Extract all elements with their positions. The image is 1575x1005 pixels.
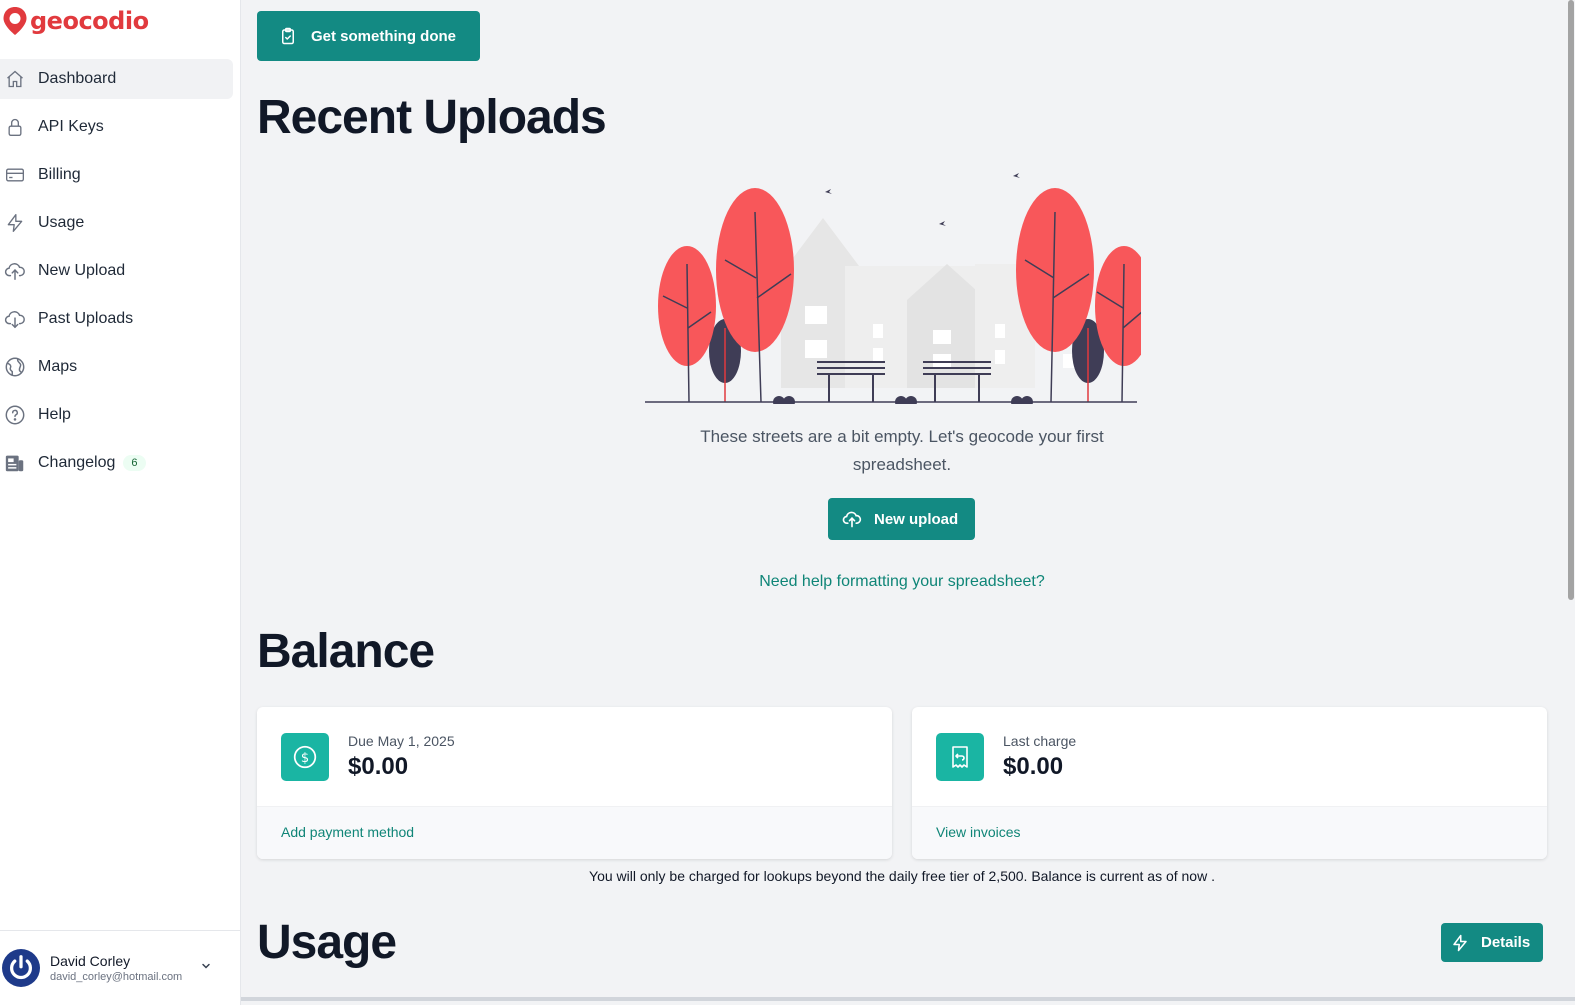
sidebar-item-label: Help <box>38 406 71 423</box>
question-circle-icon <box>4 404 26 426</box>
get-something-done-label: Get something done <box>311 27 457 45</box>
sidebar-item-dashboard[interactable]: Dashboard <box>0 59 233 99</box>
sidebar-item-new-upload[interactable]: New Upload <box>0 251 233 291</box>
sidebar-item-label: Billing <box>38 166 81 183</box>
sidebar-item-changelog[interactable]: Changelog 6 <box>0 443 233 483</box>
billing-note: You will only be charged for lookups bey… <box>589 868 1215 884</box>
clipboard-check-icon <box>279 26 297 46</box>
last-charge-amount: $0.00 <box>1003 753 1064 780</box>
user-menu[interactable]: David Corley david_corley@hotmail.com <box>0 930 240 1005</box>
sidebar-item-label: API Keys <box>38 118 104 135</box>
power-icon <box>10 955 32 980</box>
sidebar: geocodio Dashboard API Keys Billing Usag… <box>0 0 241 1005</box>
lightning-icon <box>4 212 26 234</box>
newspaper-icon <box>4 452 26 474</box>
last-charge-label: Last charge <box>1003 733 1077 749</box>
lightning-icon <box>1451 933 1469 953</box>
dollar-circle-icon: $ <box>281 733 329 781</box>
new-upload-label: New upload <box>874 510 959 528</box>
empty-streets-illustration <box>645 173 1141 404</box>
cloud-upload-icon <box>842 509 862 529</box>
sidebar-item-label: Usage <box>38 214 85 231</box>
cloud-upload-icon <box>4 260 26 282</box>
sidebar-item-label: New Upload <box>38 262 126 279</box>
sidebar-item-usage[interactable]: Usage <box>0 203 233 243</box>
chevron-down-icon[interactable] <box>200 959 212 977</box>
user-name: David Corley <box>50 953 131 969</box>
view-invoices-link[interactable]: View invoices <box>912 806 1547 859</box>
geocodio-logo[interactable]: geocodio <box>2 6 149 36</box>
scrollbar[interactable] <box>1567 0 1575 1005</box>
usage-title: Usage <box>257 916 397 969</box>
credit-card-icon <box>4 164 26 186</box>
sidebar-nav: Dashboard API Keys Billing Usage New Upl… <box>0 59 241 491</box>
new-upload-button[interactable]: New upload <box>828 498 976 540</box>
due-date-label: Due May 1, 2025 <box>348 733 455 749</box>
scrollbar-thumb[interactable] <box>1568 0 1574 600</box>
details-label: Details <box>1481 934 1531 951</box>
svg-text:$: $ <box>301 751 309 766</box>
sidebar-item-label: Past Uploads <box>38 310 134 327</box>
sidebar-item-label: Maps <box>38 358 78 375</box>
get-something-done-button[interactable]: Get something done <box>257 11 481 61</box>
user-email: david_corley@hotmail.com <box>50 971 183 983</box>
sidebar-item-maps[interactable]: Maps <box>0 347 233 387</box>
changelog-count-badge: 6 <box>123 455 146 471</box>
logo-text: geocodio <box>30 7 149 35</box>
due-balance-card: $ Due May 1, 2025 $0.00 Add payment meth… <box>257 707 892 859</box>
sidebar-item-label: Changelog <box>38 454 116 471</box>
avatar <box>2 949 40 987</box>
recent-uploads-title: Recent Uploads <box>257 91 607 144</box>
globe-icon <box>4 356 26 378</box>
help-formatting-link[interactable]: Need help formatting your spreadsheet? <box>677 573 1127 591</box>
add-payment-method-link[interactable]: Add payment method <box>257 806 892 859</box>
sidebar-item-help[interactable]: Help <box>0 395 233 435</box>
due-amount: $0.00 <box>348 753 409 780</box>
details-button[interactable]: Details <box>1441 923 1544 962</box>
lock-icon <box>4 116 26 138</box>
sidebar-item-label: Dashboard <box>38 70 117 87</box>
sidebar-item-api-keys[interactable]: API Keys <box>0 107 233 147</box>
last-charge-card: Last charge $0.00 View invoices <box>912 707 1547 859</box>
map-pin-logo-icon <box>3 7 27 35</box>
content-edge <box>241 997 1575 1001</box>
sidebar-item-billing[interactable]: Billing <box>0 155 233 195</box>
home-icon <box>4 68 26 90</box>
receipt-icon <box>936 733 984 781</box>
sidebar-item-past-uploads[interactable]: Past Uploads <box>0 299 233 339</box>
cloud-download-icon <box>4 308 26 330</box>
empty-state-text: These streets are a bit empty. Let's geo… <box>700 427 1104 474</box>
balance-title: Balance <box>257 625 435 678</box>
